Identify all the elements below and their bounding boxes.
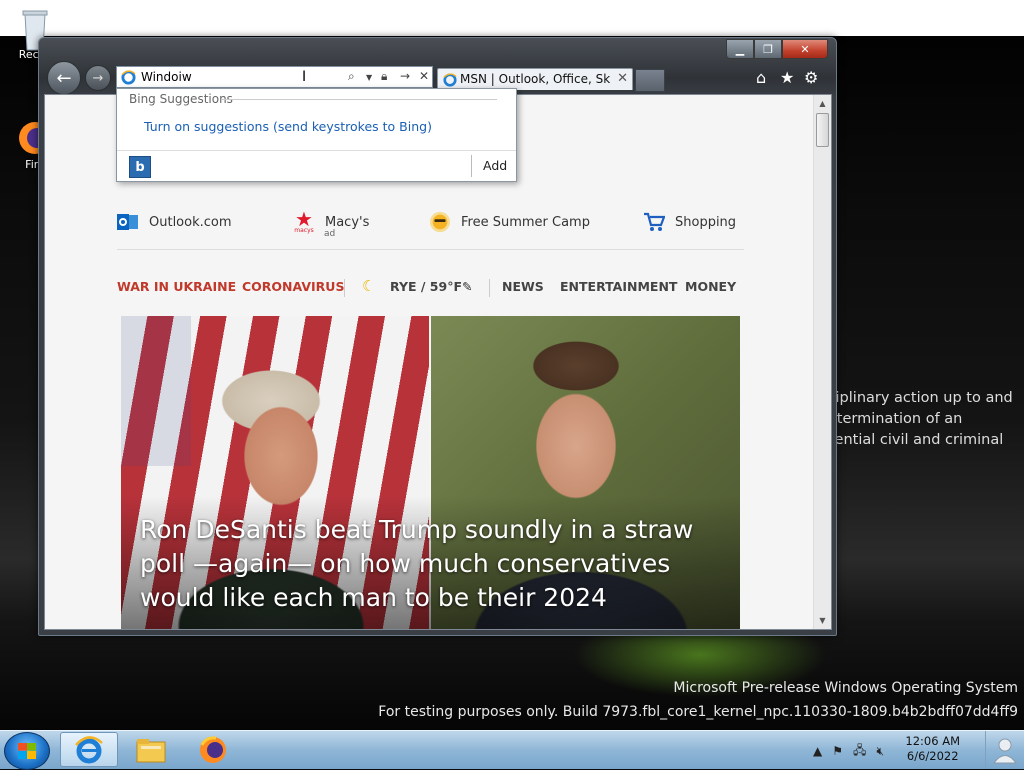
- back-arrow-icon: ←: [56, 67, 72, 89]
- vertical-scrollbar[interactable]: ▲ ▼: [813, 95, 831, 629]
- bing-icon[interactable]: b: [129, 156, 151, 178]
- background-document-text: sciplinary action up to and s, terminati…: [820, 388, 1020, 451]
- build-watermark: Microsoft Pre-release Windows Operating …: [378, 676, 1018, 724]
- search-provider-bar: b Add: [117, 150, 516, 181]
- nav-divider: [344, 279, 345, 297]
- network-icon[interactable]: 🖧︎: [853, 741, 866, 762]
- nav-war-in-ukraine[interactable]: WAR IN UKRAINE: [117, 279, 236, 294]
- forward-button[interactable]: →: [85, 65, 111, 91]
- home-icon[interactable]: ⌂: [756, 68, 766, 87]
- sun-icon: [429, 211, 451, 233]
- macys-logo-text: macys: [294, 227, 314, 234]
- ie-logo-icon: [75, 735, 103, 763]
- quick-link-label: Shopping: [675, 214, 737, 230]
- taskbar-ie-button[interactable]: [60, 732, 118, 767]
- turn-on-suggestions-link[interactable]: Turn on suggestions (send keystrokes to …: [144, 119, 432, 134]
- close-window-button[interactable]: ✕: [782, 39, 828, 59]
- bing-suggestions-dropdown: Bing Suggestions Turn on suggestions (se…: [116, 88, 517, 182]
- show-hidden-icons-arrow-icon[interactable]: ▲: [813, 744, 822, 758]
- clock-time: 12:06 AM: [905, 734, 960, 748]
- nav-news[interactable]: NEWS: [502, 279, 544, 294]
- bing-icon-letter: b: [135, 159, 145, 175]
- close-tab-icon[interactable]: ✕: [617, 71, 628, 86]
- search-icon[interactable]: ⌕: [348, 69, 355, 84]
- taskbar-firefox-button[interactable]: [184, 732, 242, 767]
- quick-link-label: Free Summer Camp: [461, 214, 590, 230]
- cart-icon: [643, 211, 665, 233]
- hero-headline[interactable]: Ron DeSantis beat Trump soundly in a str…: [140, 513, 720, 615]
- address-bar[interactable]: ⌕ ▼ 🔒︎ → ✕: [116, 66, 433, 88]
- start-button[interactable]: [4, 732, 50, 770]
- nav-money[interactable]: MONEY: [685, 279, 736, 294]
- volume-muted-icon[interactable]: 🔇︎: [876, 744, 884, 759]
- tab-title: MSN | Outlook, Office, Sky...: [460, 72, 610, 86]
- ad-label: ad: [324, 229, 336, 239]
- search-dropdown-icon[interactable]: ▼: [366, 73, 372, 82]
- clock-date: 6/6/2022: [906, 749, 959, 763]
- edit-pencil-icon[interactable]: ✎: [462, 279, 472, 294]
- minimize-button[interactable]: ▁: [726, 39, 754, 59]
- taskbar: ▲ ⚑ 🖧︎ 🔇︎ 12:06 AM 6/6/2022: [0, 730, 1024, 770]
- scrollbar-thumb[interactable]: [816, 113, 829, 147]
- firefox-icon: [200, 735, 226, 763]
- stop-x-icon[interactable]: ✕: [419, 69, 429, 83]
- macys-star-icon: ★ macys: [294, 207, 314, 234]
- user-account-icon: [993, 738, 1017, 764]
- taskbar-explorer-button[interactable]: [122, 732, 180, 767]
- show-desktop-button[interactable]: [985, 731, 1024, 769]
- favorites-star-icon[interactable]: ★: [780, 68, 794, 87]
- quick-link-shopping[interactable]: Shopping: [643, 211, 736, 233]
- nav-entertainment[interactable]: ENTERTAINMENT: [560, 279, 677, 294]
- watermark-line: For testing purposes only. Build 7973.fb…: [378, 704, 1018, 720]
- tab-msn[interactable]: MSN | Outlook, Office, Sky... ✕: [437, 68, 633, 90]
- suggestions-header: Bing Suggestions: [129, 92, 233, 106]
- hero-story-card[interactable]: Ron DeSantis beat Trump soundly in a str…: [121, 316, 740, 629]
- ie-logo-icon: [121, 70, 136, 85]
- nav-coronavirus[interactable]: CORONAVIRUS: [242, 279, 344, 294]
- address-input[interactable]: [141, 69, 341, 85]
- folder-icon: [136, 738, 166, 762]
- forward-arrow-icon: →: [92, 70, 104, 86]
- back-button[interactable]: ←: [47, 61, 81, 95]
- system-tray: ▲ ⚑ 🖧︎ 🔇︎: [813, 736, 894, 766]
- watermark-line: Microsoft Pre-release Windows Operating …: [673, 680, 1018, 696]
- go-arrow-icon[interactable]: →: [400, 69, 410, 83]
- add-provider-button[interactable]: Add: [483, 158, 507, 173]
- nav-divider: [489, 279, 490, 297]
- background-text-line: s, termination of an: [820, 411, 963, 427]
- quick-link-outlook[interactable]: Outlook.com: [117, 211, 232, 233]
- text-cursor-icon: I: [302, 69, 306, 85]
- ie-logo-icon: [443, 73, 457, 87]
- quick-links-row: Outlook.com ★ macys Macy's ad Free Summe…: [117, 207, 744, 250]
- action-center-flag-icon[interactable]: ⚑: [832, 744, 843, 758]
- outlook-icon: [117, 211, 139, 233]
- tools-gear-icon[interactable]: ⚙: [804, 68, 818, 87]
- window-controls: ▁ ❐ ✕: [726, 39, 828, 59]
- new-tab-button[interactable]: [635, 69, 665, 92]
- suggestions-divider: [222, 99, 497, 100]
- background-text-line: sciplinary action up to and: [820, 390, 1013, 406]
- quick-link-summer-camp[interactable]: Free Summer Camp: [429, 211, 590, 233]
- scroll-up-arrow-icon[interactable]: ▲: [814, 95, 831, 112]
- nav-weather[interactable]: RYE / 59°F: [390, 279, 462, 294]
- quick-link-macys[interactable]: ★ macys Macy's ad: [293, 207, 370, 239]
- quick-link-label: Outlook.com: [149, 214, 232, 230]
- quick-link-label: Macy's: [325, 214, 370, 230]
- news-nav-row: WAR IN UKRAINE CORONAVIRUS ☾ RYE / 59°F …: [117, 277, 744, 299]
- system-clock[interactable]: 12:06 AM 6/6/2022: [905, 734, 960, 764]
- lock-icon: 🔒︎: [381, 69, 388, 83]
- scroll-down-arrow-icon[interactable]: ▼: [814, 612, 831, 629]
- maximize-button[interactable]: ❐: [754, 39, 782, 59]
- provider-divider: [471, 155, 472, 177]
- moon-icon: ☾: [362, 277, 376, 295]
- background-text-line: otential civil and criminal: [820, 432, 1004, 448]
- desktop-top-strip: [0, 0, 1024, 36]
